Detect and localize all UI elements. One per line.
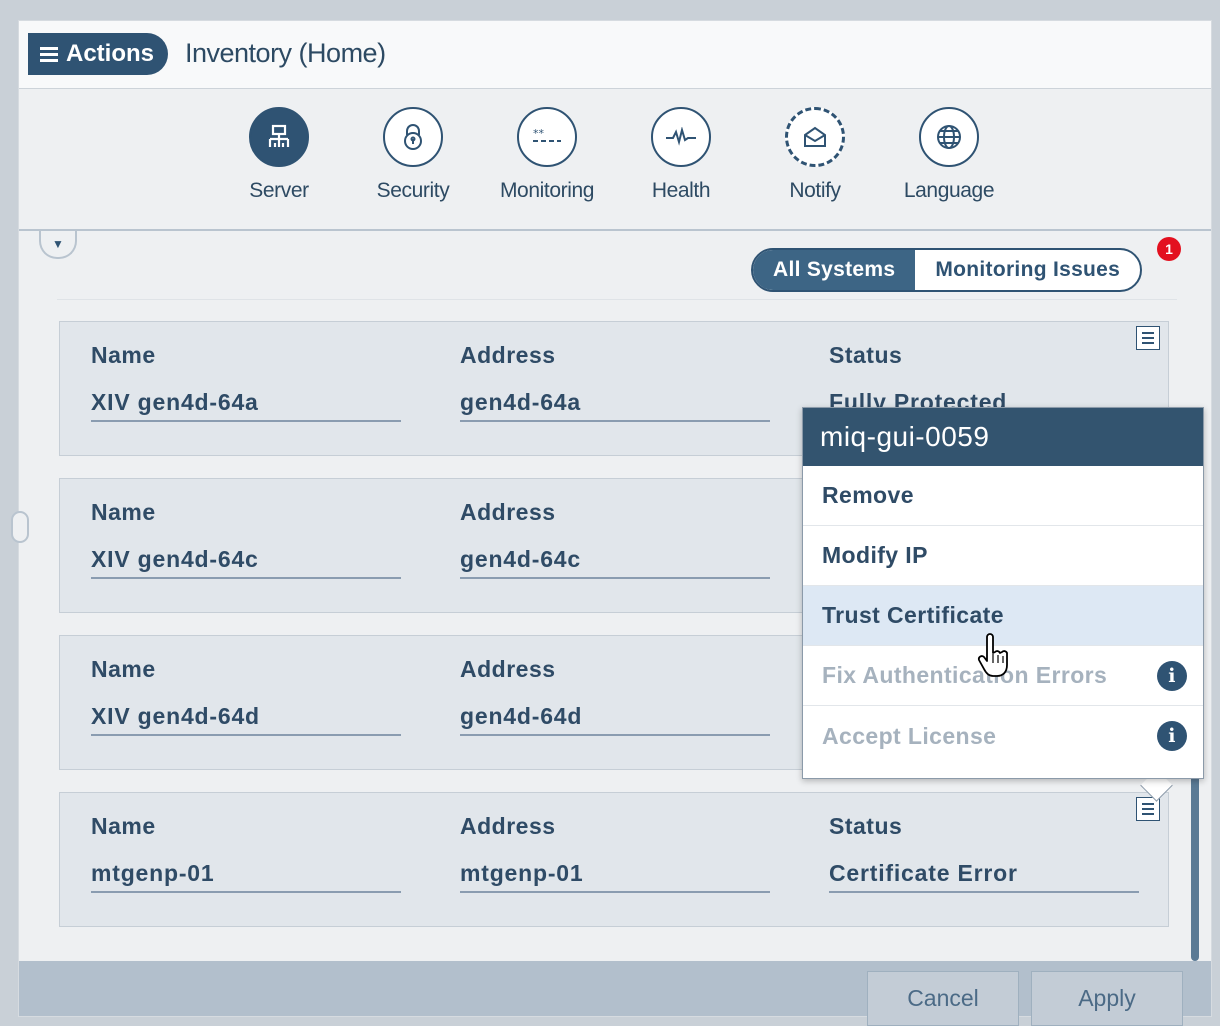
system-status: Certificate Error	[829, 860, 1139, 893]
nav-iconbar: Server Security ** Monitoring Health Not…	[19, 89, 1211, 231]
system-name: XIV gen4d-64d	[91, 703, 401, 736]
apply-button[interactable]: Apply	[1031, 971, 1183, 1026]
context-menu-title: miq-gui-0059	[803, 408, 1203, 466]
hamburger-icon	[40, 47, 58, 62]
address-label: Address	[460, 813, 556, 839]
nav-label-notify: Notify	[789, 179, 841, 202]
menu-item-label: Remove	[822, 482, 914, 508]
system-address: mtgenp-01	[460, 860, 770, 893]
nav-item-notify[interactable]: Notify	[755, 107, 875, 203]
globe-icon	[919, 107, 979, 167]
context-menu: miq-gui-0059 Remove Modify IP Trust Cert…	[802, 407, 1204, 779]
address-column: Address gen4d-64c	[460, 499, 770, 579]
pulse-icon	[651, 107, 711, 167]
nav-label-server: Server	[249, 179, 309, 202]
name-label: Name	[91, 656, 156, 682]
nav-label-monitoring: Monitoring	[499, 179, 595, 202]
server-icon	[249, 107, 309, 167]
menu-item-label: Fix Authentication Errors	[822, 662, 1108, 688]
menu-item-label: Trust Certificate	[822, 602, 1004, 628]
dialog-footer: Cancel Apply	[19, 961, 1211, 1026]
address-label: Address	[460, 342, 556, 368]
nav-label-health: Health	[651, 179, 711, 202]
system-address: gen4d-64d	[460, 703, 770, 736]
system-address: gen4d-64c	[460, 546, 770, 579]
nav-item-security[interactable]: Security	[353, 107, 473, 203]
monitoring-icon: **	[517, 107, 577, 167]
system-filter-toggle: All Systems Monitoring Issues	[751, 248, 1143, 292]
page-title: Inventory (Home)	[185, 38, 386, 68]
cancel-button[interactable]: Cancel	[867, 971, 1019, 1026]
issues-count-badge: 1	[1157, 237, 1181, 261]
actions-button[interactable]: Actions	[28, 33, 169, 75]
name-column: Name XIV gen4d-64c	[91, 499, 401, 579]
hand-pointer-cursor-icon	[977, 633, 1011, 684]
divider	[57, 299, 1177, 300]
name-label: Name	[91, 342, 156, 368]
envelope-icon	[785, 107, 845, 167]
collapse-toggle[interactable]: ▼	[39, 231, 77, 259]
address-label: Address	[460, 656, 556, 682]
system-card: Name mtgenp-01 Address mtgenp-01 Status …	[59, 792, 1169, 927]
name-label: Name	[91, 813, 156, 839]
menu-item-modify-ip[interactable]: Modify IP	[803, 526, 1203, 586]
nav-item-server[interactable]: Server	[219, 107, 339, 203]
svg-text:**: **	[533, 127, 545, 140]
nav-item-monitoring[interactable]: ** Monitoring	[487, 107, 607, 203]
card-menu-button[interactable]	[1136, 326, 1160, 350]
menu-item-label: Modify IP	[822, 542, 928, 568]
side-panel-handle[interactable]	[11, 511, 29, 543]
system-name: mtgenp-01	[91, 860, 401, 893]
actions-label: Actions	[66, 40, 155, 67]
monitoring-issues-tab[interactable]: Monitoring Issues	[915, 250, 1140, 290]
name-column: Name mtgenp-01	[91, 813, 401, 893]
name-label: Name	[91, 499, 156, 525]
address-column: Address gen4d-64d	[460, 656, 770, 736]
all-systems-tab[interactable]: All Systems	[753, 250, 916, 290]
address-label: Address	[460, 499, 556, 525]
menu-item-accept-license: Accept License i	[803, 706, 1203, 766]
address-column: Address gen4d-64a	[460, 342, 770, 422]
status-label: Status	[829, 342, 903, 368]
inventory-window: Actions Inventory (Home) Server Security…	[11, 20, 1212, 1026]
chevron-down-icon: ▼	[52, 237, 64, 251]
nav-label-security: Security	[376, 179, 450, 202]
nav-item-language[interactable]: Language	[889, 107, 1009, 203]
lock-icon	[383, 107, 443, 167]
status-column: Status Certificate Error	[829, 813, 1139, 893]
address-column: Address mtgenp-01	[460, 813, 770, 893]
title-bar: Actions Inventory (Home)	[19, 21, 1211, 89]
system-address: gen4d-64a	[460, 389, 770, 422]
system-name: XIV gen4d-64a	[91, 389, 401, 422]
name-column: Name XIV gen4d-64a	[91, 342, 401, 422]
info-icon[interactable]: i	[1157, 721, 1187, 751]
status-label: Status	[829, 813, 903, 839]
menu-item-label: Accept License	[822, 722, 997, 749]
info-icon[interactable]: i	[1157, 660, 1187, 691]
name-column: Name XIV gen4d-64d	[91, 656, 401, 736]
menu-item-remove[interactable]: Remove	[803, 466, 1203, 526]
nav-label-language: Language	[903, 179, 995, 202]
system-name: XIV gen4d-64c	[91, 546, 401, 579]
nav-item-health[interactable]: Health	[621, 107, 741, 203]
